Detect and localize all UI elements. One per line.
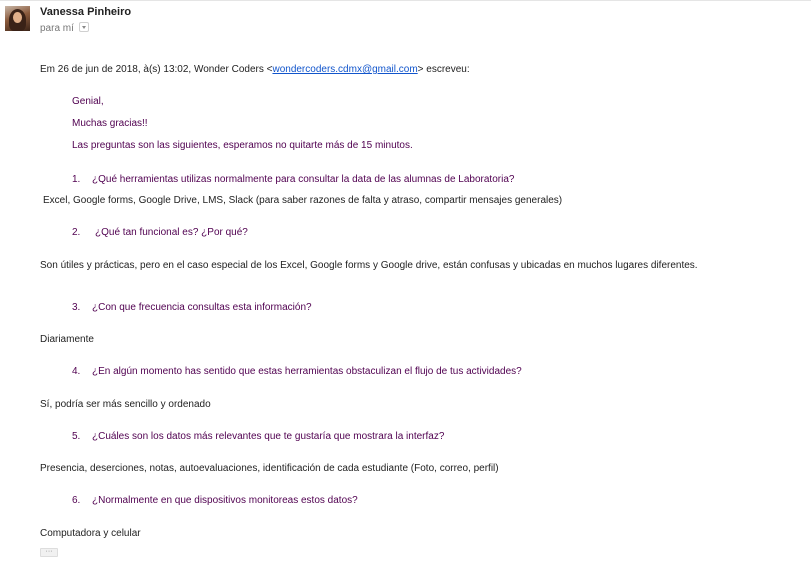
answer-2: Son útiles y prácticas, pero en el caso …: [40, 260, 698, 271]
show-details-dropdown-icon[interactable]: [78, 22, 89, 33]
quote-header-prefix: Em 26 de jun de 2018, à(s) 13:02, Wonder…: [40, 64, 273, 75]
answer-3: Diariamente: [40, 334, 94, 345]
question-number: 6.: [72, 495, 81, 506]
answer-4: Sí, podría ser más sencillo y ordenado: [40, 399, 211, 410]
question-5: ¿Cuáles son los datos más relevantes que…: [92, 431, 445, 442]
quote-header-suffix: > escreveu:: [417, 64, 470, 75]
answer-1: Excel, Google forms, Google Drive, LMS, …: [43, 195, 563, 206]
greeting: Genial,: [72, 96, 104, 107]
question-6: ¿Normalmente en que dispositivos monitor…: [92, 495, 358, 506]
thanks-line: Muchas gracias!!: [72, 118, 148, 129]
question-number: 1.: [72, 174, 81, 185]
question-4: ¿En algún momento has sentido que estas …: [92, 366, 522, 377]
header-divider: [0, 0, 811, 1]
intro-line: Las preguntas son las siguientes, espera…: [72, 140, 413, 151]
show-trimmed-content-button[interactable]: ···: [40, 548, 58, 557]
sender-name[interactable]: Vanessa Pinheiro: [40, 6, 131, 18]
question-number: 3.: [72, 302, 81, 313]
sender-avatar[interactable]: [5, 6, 30, 31]
question-number: 2.: [72, 227, 81, 238]
question-number: 4.: [72, 366, 81, 377]
sender-email-link[interactable]: wondercoders.cdmx@gmail.com: [272, 64, 417, 75]
question-3: ¿Con que frecuencia consultas esta infor…: [92, 302, 312, 313]
quote-header: Em 26 de jun de 2018, à(s) 13:02, Wonder…: [40, 64, 470, 75]
recipient-line: para mí: [40, 22, 89, 34]
question-number: 5.: [72, 431, 81, 442]
answer-5: Presencia, deserciones, notas, autoevalu…: [40, 463, 499, 474]
recipient-label: para mí: [40, 23, 74, 34]
question-2: ¿Qué tan funcional es? ¿Por qué?: [95, 227, 248, 238]
question-1: ¿Qué herramientas utilizas normalmente p…: [92, 174, 515, 185]
answer-6: Computadora y celular: [40, 528, 141, 539]
